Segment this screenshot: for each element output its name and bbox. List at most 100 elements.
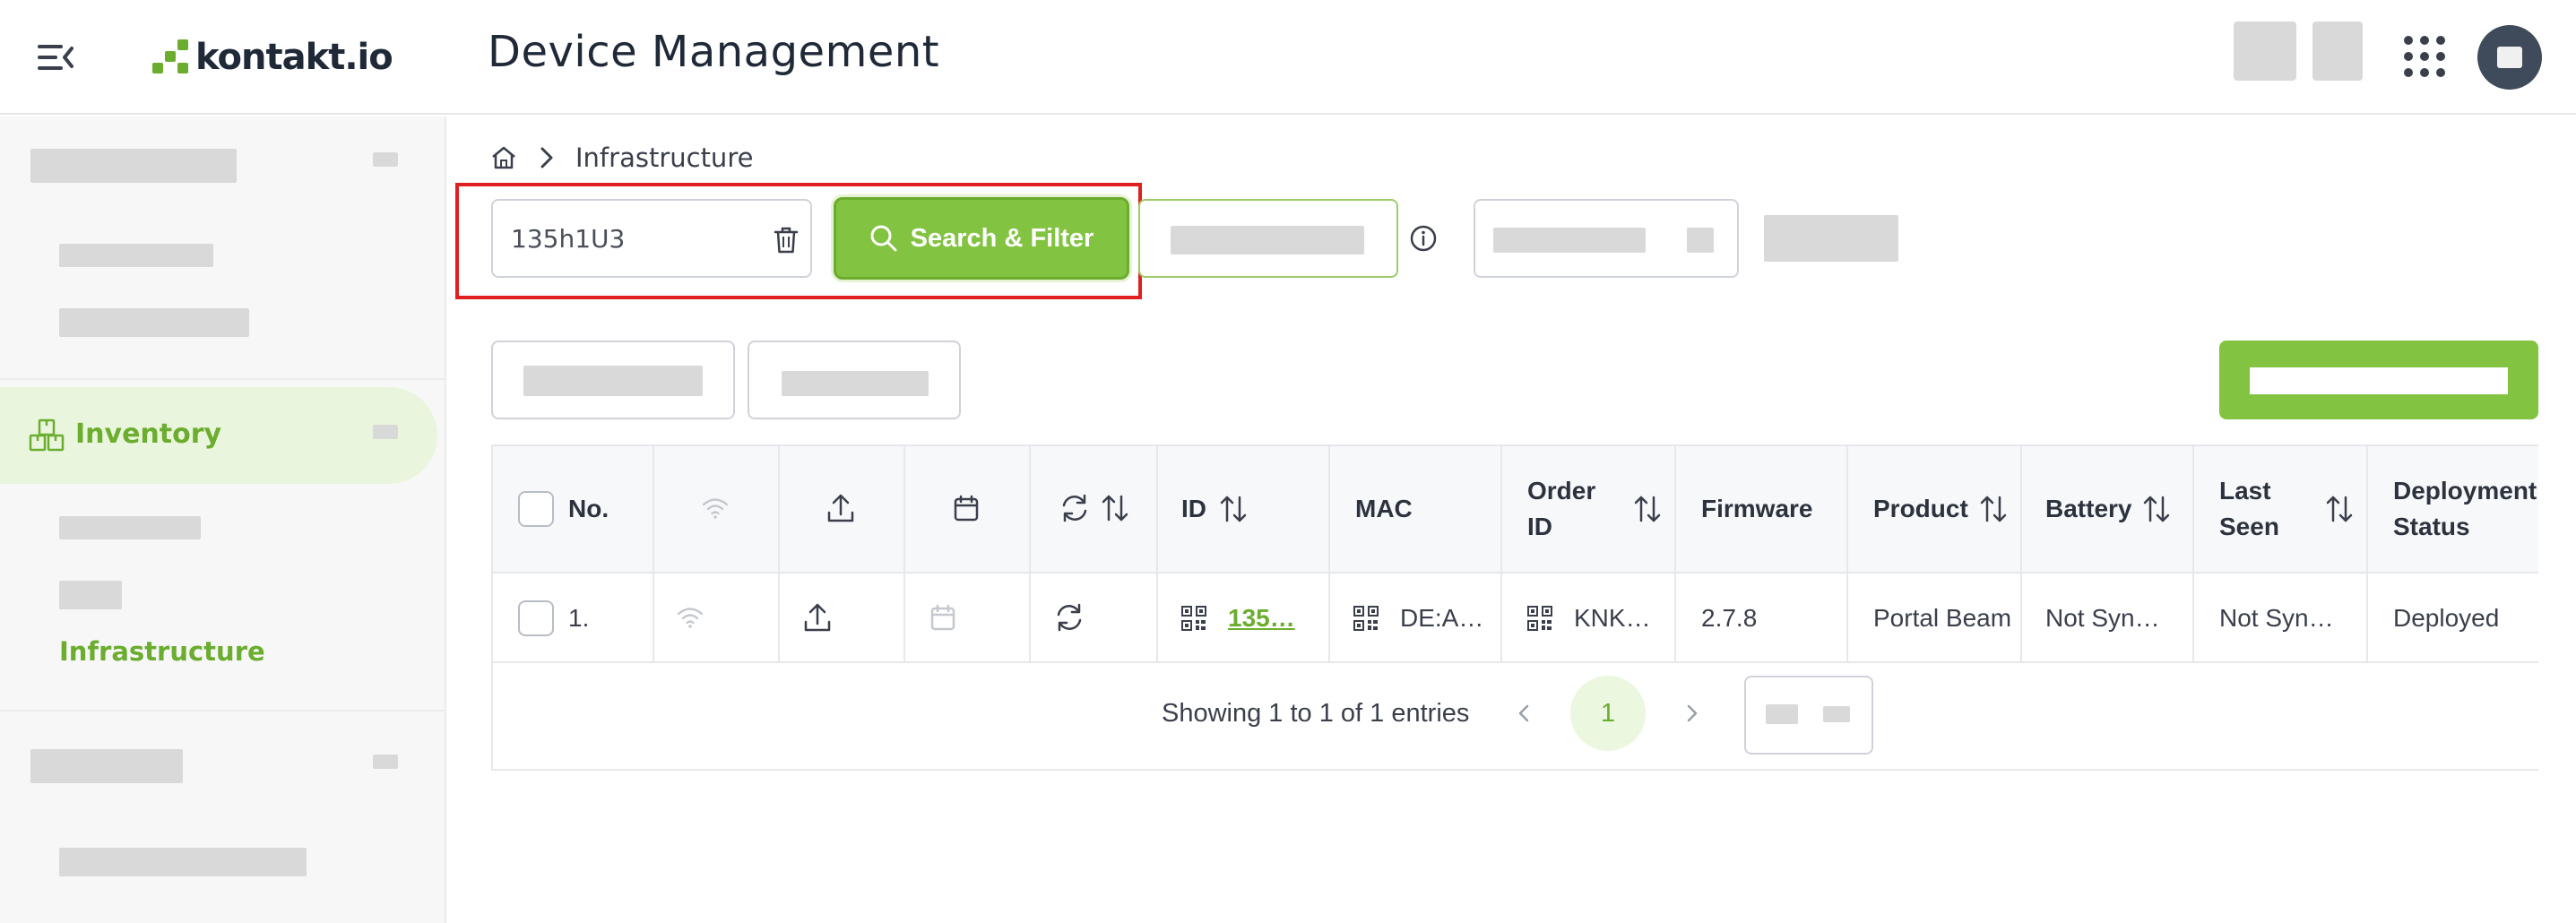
sort-icon[interactable] (2142, 494, 2171, 524)
filter-value-placeholder (1493, 228, 1646, 253)
search-input[interactable] (511, 201, 753, 276)
sidebar-divider (0, 710, 445, 712)
sort-icon[interactable] (2325, 494, 2354, 524)
sidebar-section-placeholder[interactable] (30, 749, 183, 783)
device-last-seen: Not Syn… (2219, 604, 2334, 632)
primary-action-label-placeholder (2250, 367, 2508, 394)
search-filter-button-label: Search & Filter (910, 223, 1094, 253)
sidebar-item-placeholder[interactable] (59, 516, 201, 539)
device-mac: DE:A… (1400, 604, 1484, 632)
device-firmware: 2.7.8 (1701, 604, 1758, 632)
toolbar-placeholder-button[interactable] (1764, 215, 1898, 262)
header-cell-id[interactable]: ID (1181, 491, 1248, 527)
trash-icon[interactable] (773, 226, 800, 254)
chevron-left-icon[interactable] (1513, 699, 1534, 728)
device-id-link[interactable]: 135… (1228, 604, 1295, 633)
kontakt-logo[interactable]: kontakt.io (152, 32, 393, 82)
sidebar-chevron-placeholder[interactable] (373, 152, 398, 167)
qr-code-icon[interactable] (1353, 606, 1379, 631)
sync-icon[interactable] (1054, 602, 1085, 633)
row-cell-no: 1. (518, 599, 589, 638)
row-cell-order-id: KNK… (1527, 600, 1671, 636)
page-size-chevron-placeholder (1823, 706, 1850, 722)
header-placeholder-button[interactable] (2312, 22, 2363, 81)
header-cell-battery[interactable]: Battery (2045, 491, 2171, 527)
breadcrumb-current: Infrastructure (575, 142, 754, 173)
header-cell-firmware: Firmware (1701, 491, 1813, 527)
chevron-right-icon (538, 145, 556, 170)
menu-collapse-icon[interactable] (36, 41, 75, 73)
sidebar-item-infrastructure[interactable]: Infrastructure (59, 636, 265, 667)
header-cell-no: No. (518, 489, 609, 529)
device-order-id: KNK… (1574, 604, 1651, 632)
top-header: kontakt.io Device Management (0, 0, 2576, 115)
primary-action-button[interactable] (2219, 341, 2538, 419)
action-button-placeholder (523, 366, 703, 396)
row-cell-mac: DE:A… (1353, 600, 1497, 636)
header-cell-last-seen[interactable]: Last Seen (2219, 471, 2354, 547)
sidebar-item-placeholder[interactable] (59, 581, 122, 609)
column-header-deployment-status: Deployment Status (2393, 477, 2537, 540)
sidebar-item-placeholder[interactable] (59, 848, 307, 876)
wifi-icon (676, 606, 705, 629)
header-placeholder-button[interactable] (2234, 22, 2296, 81)
device-deployment-status: Deployed (2393, 604, 2500, 632)
chevron-right-icon[interactable] (1681, 699, 1703, 728)
row-cell-id: 135… (1181, 600, 1325, 636)
header-cell-order-id[interactable]: Order ID (1527, 471, 1662, 547)
device-battery: Not Syn… (2045, 604, 2160, 632)
filter-select[interactable] (1474, 199, 1739, 278)
home-icon[interactable] (489, 143, 518, 172)
upload-icon[interactable] (803, 602, 832, 633)
sort-icon[interactable] (1101, 493, 1129, 523)
apps-grid-icon[interactable] (2402, 34, 2447, 79)
page-title: Device Management (488, 27, 940, 77)
filter-chevron-placeholder (1687, 228, 1714, 253)
header-cell-product[interactable]: Product (1873, 491, 2008, 527)
info-icon[interactable] (1409, 224, 1438, 253)
devices-table: No. ID MAC Order ID Firmware Product Bat… (491, 444, 2538, 771)
action-button[interactable] (748, 341, 961, 419)
page-button-current[interactable]: 1 (1570, 676, 1646, 751)
action-button-placeholder (782, 371, 929, 396)
column-header-firmware: Firmware (1701, 495, 1813, 522)
sidebar-chevron-placeholder[interactable] (373, 755, 398, 769)
column-header-product: Product (1873, 495, 1968, 522)
device-product: Portal Beam (1873, 604, 2012, 632)
search-filter-button[interactable]: Search & Filter (834, 197, 1129, 280)
sort-icon[interactable] (1633, 494, 1662, 524)
sidebar-chevron-placeholder[interactable] (373, 425, 398, 439)
column-header-order-id: Order ID (1527, 477, 1596, 540)
search-field[interactable] (491, 199, 812, 278)
qr-code-icon[interactable] (1527, 606, 1552, 631)
row-cell-firmware: 2.7.8 (1701, 600, 1845, 636)
sidebar-item-placeholder[interactable] (59, 244, 213, 267)
column-header-no: No. (568, 495, 609, 522)
row-cell-battery: Not Syn… (2045, 600, 2191, 636)
page-size-select[interactable] (1744, 676, 1873, 755)
upload-icon[interactable] (826, 493, 855, 523)
sidebar-item-placeholder[interactable] (59, 308, 249, 337)
qr-code-icon[interactable] (1181, 606, 1206, 631)
filter-dropdown[interactable] (1138, 199, 1398, 278)
row-cell-deployment-status: Deployed (2393, 600, 2538, 636)
column-header-mac: MAC (1355, 495, 1413, 522)
column-header-last-seen: Last Seen (2219, 477, 2279, 540)
sidebar-section-placeholder[interactable] (30, 149, 237, 183)
sort-icon[interactable] (1979, 494, 2008, 524)
row-select-checkbox[interactable] (518, 600, 554, 636)
sidebar: Inventory Infrastructure (0, 116, 446, 923)
calendar-icon[interactable] (954, 495, 979, 522)
breadcrumb: Infrastructure (489, 142, 753, 174)
sort-icon[interactable] (1219, 494, 1248, 524)
row-number: 1. (568, 604, 590, 632)
wifi-icon (701, 496, 730, 520)
select-all-checkbox[interactable] (518, 491, 554, 527)
sync-icon (1059, 493, 1090, 523)
sync-header[interactable] (1059, 493, 1129, 523)
user-avatar[interactable] (2477, 25, 2542, 90)
action-button[interactable] (491, 341, 735, 419)
filter-value-placeholder (1171, 226, 1364, 254)
pagination-bar: Showing 1 to 1 of 1 entries 1 (493, 663, 2538, 769)
row-cell-product: Portal Beam (1873, 600, 2018, 636)
